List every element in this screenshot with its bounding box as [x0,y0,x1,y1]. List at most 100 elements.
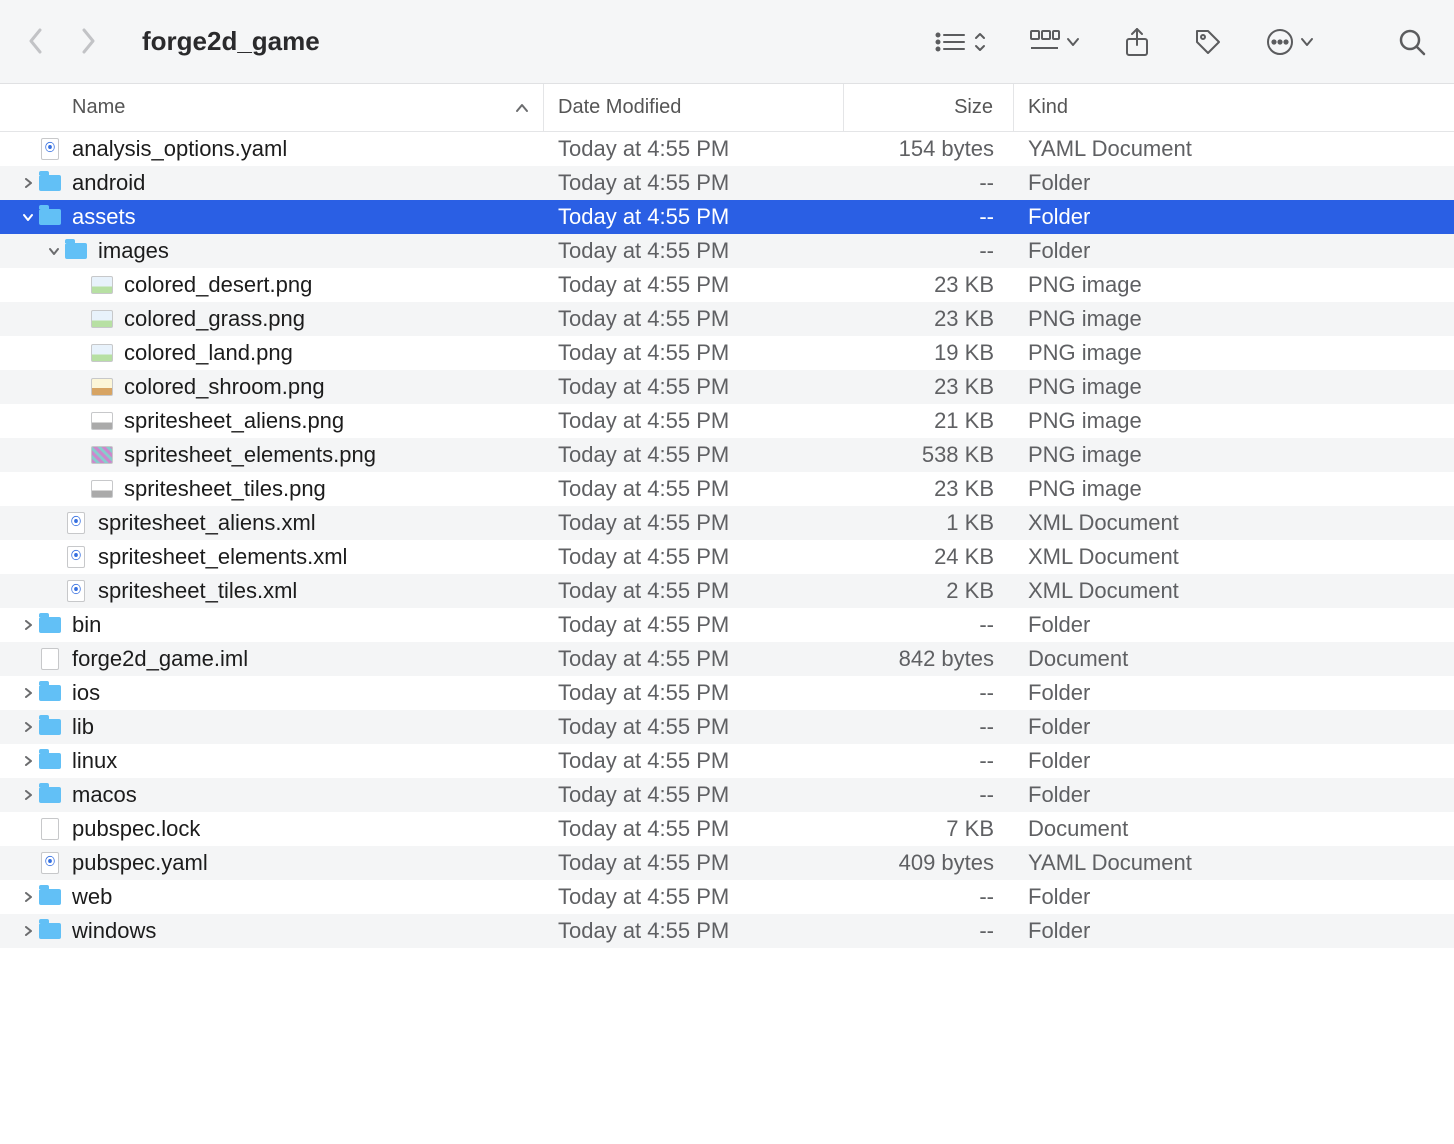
file-row[interactable]: colored_shroom.pngToday at 4:55 PM23 KBP… [0,370,1454,404]
disclosure-triangle[interactable] [18,892,38,902]
file-name: spritesheet_aliens.xml [98,506,316,540]
updown-icon [974,31,986,53]
file-row[interactable]: colored_grass.pngToday at 4:55 PM23 KBPN… [0,302,1454,336]
file-date: Today at 4:55 PM [544,608,844,642]
column-header-kind[interactable]: Kind [1014,84,1454,131]
file-name: images [98,234,169,268]
chevron-left-icon [28,28,44,54]
document-icon [38,647,62,671]
disclosure-triangle[interactable] [18,620,38,630]
file-size: 2 KB [844,574,1014,608]
disclosure-triangle[interactable] [18,722,38,732]
folder-icon [64,239,88,263]
file-date: Today at 4:55 PM [544,336,844,370]
file-name: spritesheet_aliens.png [124,404,344,438]
file-name: spritesheet_elements.png [124,438,376,472]
file-size: 409 bytes [844,846,1014,880]
file-kind: XML Document [1014,506,1454,540]
disclosure-triangle[interactable] [44,246,64,256]
group-button[interactable] [1030,30,1080,54]
file-row[interactable]: iosToday at 4:55 PM--Folder [0,676,1454,710]
sort-ascending-icon [515,96,529,119]
file-row[interactable]: linuxToday at 4:55 PM--Folder [0,744,1454,778]
search-button[interactable] [1398,28,1426,56]
file-name: colored_land.png [124,336,293,370]
file-kind: XML Document [1014,574,1454,608]
file-kind: XML Document [1014,540,1454,574]
file-row[interactable]: spritesheet_elements.png Today at 4:55 PM… [0,438,1454,472]
file-row[interactable]: spritesheet_tiles.pngToday at 4:55 PM23 … [0,472,1454,506]
file-name: macos [72,778,137,812]
more-button[interactable] [1266,28,1314,56]
folder-icon [38,681,62,705]
chevron-right-icon [80,28,96,54]
disclosure-triangle[interactable] [18,926,38,936]
file-row[interactable]: ⦿spritesheet_tiles.xmlToday at 4:55 PM2 … [0,574,1454,608]
file-row[interactable]: spritesheet_aliens.png Today at 4:55 PM21… [0,404,1454,438]
file-size: 23 KB [844,302,1014,336]
file-row[interactable]: ⦿analysis_options.yamlToday at 4:55 PM15… [0,132,1454,166]
image-icon [90,273,114,297]
file-row[interactable]: imagesToday at 4:55 PM--Folder [0,234,1454,268]
file-date: Today at 4:55 PM [544,438,844,472]
file-size: 21 KB [844,404,1014,438]
file-row[interactable]: forge2d_game.imlToday at 4:55 PM842 byte… [0,642,1454,676]
file-date: Today at 4:55 PM [544,404,844,438]
back-button[interactable] [28,28,46,56]
file-name: pubspec.lock [72,812,200,846]
file-row[interactable]: assetsToday at 4:55 PM--Folder [0,200,1454,234]
column-label: Name [72,96,125,119]
file-row[interactable]: ⦿spritesheet_aliens.xmlToday at 4:55 PM1… [0,506,1454,540]
share-button[interactable] [1124,27,1150,57]
file-row[interactable]: windowsToday at 4:55 PM--Folder [0,914,1454,948]
file-size: 19 KB [844,336,1014,370]
folder-icon [38,783,62,807]
search-icon [1398,28,1426,56]
file-size: 23 KB [844,268,1014,302]
file-size: -- [844,880,1014,914]
folder-icon [38,171,62,195]
view-list-button[interactable] [934,30,986,54]
column-header-size[interactable]: Size [844,84,1014,131]
file-row[interactable]: androidToday at 4:55 PM--Folder [0,166,1454,200]
disclosure-triangle[interactable] [18,756,38,766]
file-row[interactable]: webToday at 4:55 PM--Folder [0,880,1454,914]
file-row[interactable]: ⦿pubspec.yamlToday at 4:55 PM409 bytesYA… [0,846,1454,880]
file-row[interactable]: pubspec.lockToday at 4:55 PM7 KBDocument [0,812,1454,846]
forward-button[interactable] [80,28,98,56]
file-date: Today at 4:55 PM [544,234,844,268]
file-row[interactable]: colored_land.pngToday at 4:55 PM19 KBPNG… [0,336,1454,370]
tags-button[interactable] [1194,28,1222,56]
disclosure-triangle[interactable] [18,212,38,222]
file-size: 842 bytes [844,642,1014,676]
file-row[interactable]: binToday at 4:55 PM--Folder [0,608,1454,642]
file-name: lib [72,710,94,744]
file-kind: Folder [1014,914,1454,948]
file-size: -- [844,744,1014,778]
disclosure-triangle[interactable] [18,790,38,800]
file-date: Today at 4:55 PM [544,302,844,336]
disclosure-triangle[interactable] [18,688,38,698]
toolbar: forge2d_game [0,0,1454,84]
file-name: assets [72,200,136,234]
column-header-name[interactable]: Name [0,84,544,131]
file-row[interactable]: macosToday at 4:55 PM--Folder [0,778,1454,812]
file-row[interactable]: ⦿spritesheet_elements.xmlToday at 4:55 P… [0,540,1454,574]
column-header-date[interactable]: Date Modified [544,84,844,131]
file-name: colored_shroom.png [124,370,325,404]
file-row[interactable]: colored_desert.pngToday at 4:55 PM23 KBP… [0,268,1454,302]
file-date: Today at 4:55 PM [544,540,844,574]
column-headers: Name Date Modified Size Kind [0,84,1454,132]
file-row[interactable]: libToday at 4:55 PM--Folder [0,710,1454,744]
document-icon: ⦿ [64,579,88,603]
file-date: Today at 4:55 PM [544,370,844,404]
file-name: analysis_options.yaml [72,132,287,166]
file-date: Today at 4:55 PM [544,914,844,948]
file-name: linux [72,744,117,778]
file-kind: Document [1014,642,1454,676]
chevron-down-icon [1066,37,1080,47]
nav-arrows [28,28,98,56]
disclosure-triangle[interactable] [18,178,38,188]
file-kind: Folder [1014,880,1454,914]
file-date: Today at 4:55 PM [544,200,844,234]
